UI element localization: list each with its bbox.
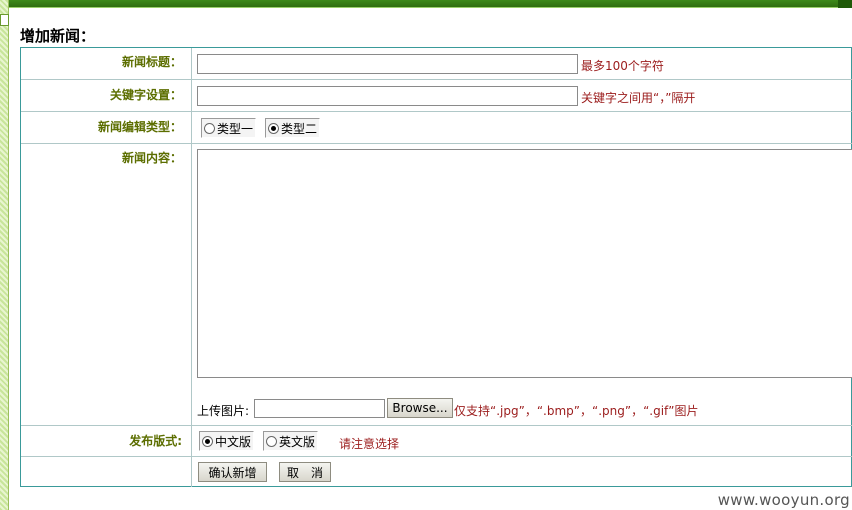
upload-hint: 仅支持“.jpg”，“.bmp”，“.png”，“.gif”图片	[454, 404, 699, 418]
layout-field-cell: 中文版 英文版 请注意选择	[192, 426, 852, 456]
top-bar-corner	[838, 0, 852, 8]
radio-checked-icon	[268, 122, 280, 134]
layout-label: 发布版式:	[21, 426, 192, 456]
cancel-button[interactable]: 取 消	[279, 462, 331, 482]
radio-icon	[204, 122, 215, 134]
radio-icon	[266, 435, 278, 447]
edit-type-label: 新闻编辑类型：	[21, 112, 192, 143]
keywords-label: 关键字设置：	[21, 80, 192, 111]
title-label: 新闻标题：	[21, 48, 192, 79]
radio-checked-icon	[202, 435, 213, 447]
layout-hint: 请注意选择	[339, 437, 400, 451]
chinese-version-label: 中文版	[215, 434, 252, 449]
upload-image-label: 上传图片:	[197, 404, 250, 418]
confirm-add-button[interactable]: 确认新增	[198, 462, 267, 482]
actions-row: 确认新增 取 消	[21, 457, 852, 487]
upload-file-path-input[interactable]	[254, 399, 385, 418]
type-two-label: 类型二	[281, 121, 318, 136]
page-title: 增加新闻：	[20, 27, 96, 45]
actions-field-cell: 确认新增 取 消	[192, 457, 852, 487]
english-version-label: 英文版	[279, 434, 316, 449]
news-title-input[interactable]	[197, 54, 578, 74]
top-banner-bar	[9, 0, 852, 8]
keywords-hint: 关键字之间用“，”隔开	[581, 91, 696, 105]
watermark: www.wooyun.org	[717, 491, 850, 509]
type-two-radio[interactable]: 类型二	[265, 118, 321, 138]
edit-type-radio-group: 类型一 类型二	[201, 118, 321, 138]
chinese-version-radio[interactable]: 中文版	[199, 431, 255, 451]
left-decorative-strip	[0, 0, 9, 510]
news-content-editor[interactable]	[197, 149, 852, 378]
layout-row: 发布版式: 中文版 英文版 请注意选择	[21, 426, 852, 457]
title-hint: 最多100个字符	[581, 59, 664, 73]
keywords-input[interactable]	[197, 86, 578, 106]
actions-label-cell	[21, 457, 192, 487]
title-row: 新闻标题： 最多100个字符	[21, 48, 852, 80]
content-label: 新闻内容：	[21, 144, 192, 425]
english-version-radio[interactable]: 英文版	[263, 431, 319, 451]
title-field-cell: 最多100个字符	[192, 48, 852, 79]
content-row: 新闻内容： 上传图片: Browse... 仅支持“.jpg”，“.bmp”，“…	[21, 144, 852, 426]
edit-type-field-cell: 类型一 类型二	[192, 112, 852, 143]
type-one-radio[interactable]: 类型一	[201, 118, 257, 138]
browse-button[interactable]: Browse...	[387, 398, 453, 418]
left-strip-marker	[0, 14, 9, 26]
content-field-cell: 上传图片: Browse... 仅支持“.jpg”，“.bmp”，“.png”，…	[192, 144, 852, 425]
layout-radio-group: 中文版 英文版	[199, 431, 319, 451]
type-one-label: 类型一	[217, 121, 254, 136]
keywords-field-cell: 关键字之间用“，”隔开	[192, 80, 852, 111]
news-form: 新闻标题： 最多100个字符 关键字设置： 关键字之间用“，”隔开 新闻编辑类型…	[20, 47, 852, 487]
keywords-row: 关键字设置： 关键字之间用“，”隔开	[21, 80, 852, 112]
edit-type-row: 新闻编辑类型： 类型一 类型二	[21, 112, 852, 144]
